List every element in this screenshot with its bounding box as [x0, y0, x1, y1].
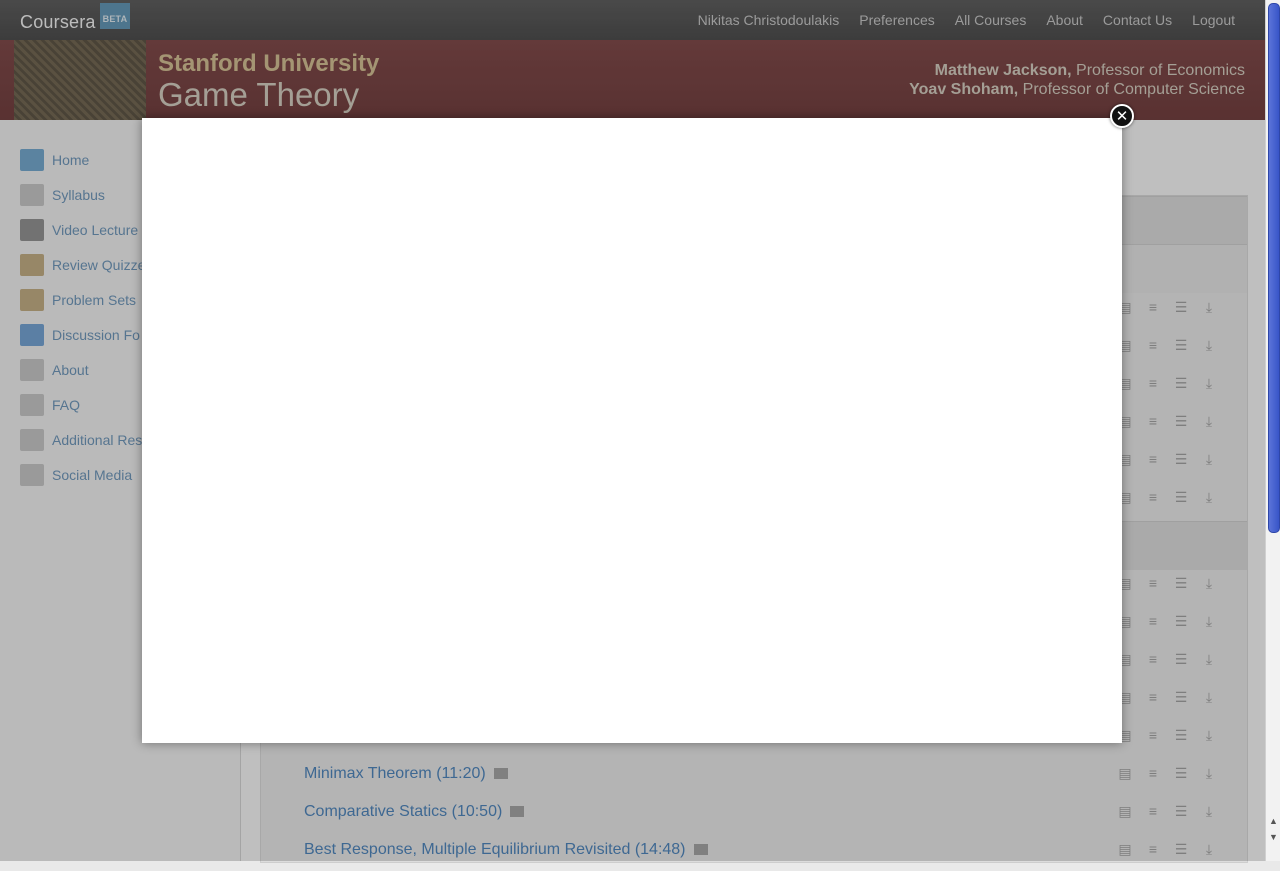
scrollbar-thumb[interactable] [1268, 3, 1280, 533]
close-icon[interactable]: ✕ [1110, 104, 1134, 128]
scroll-up-arrow-icon[interactable]: ▲ [1268, 816, 1279, 827]
page-scrollbar[interactable]: ▲ ▼ [1265, 0, 1280, 861]
video-player-modal[interactable] [142, 118, 1122, 743]
scroll-down-arrow-icon[interactable]: ▼ [1268, 832, 1279, 843]
